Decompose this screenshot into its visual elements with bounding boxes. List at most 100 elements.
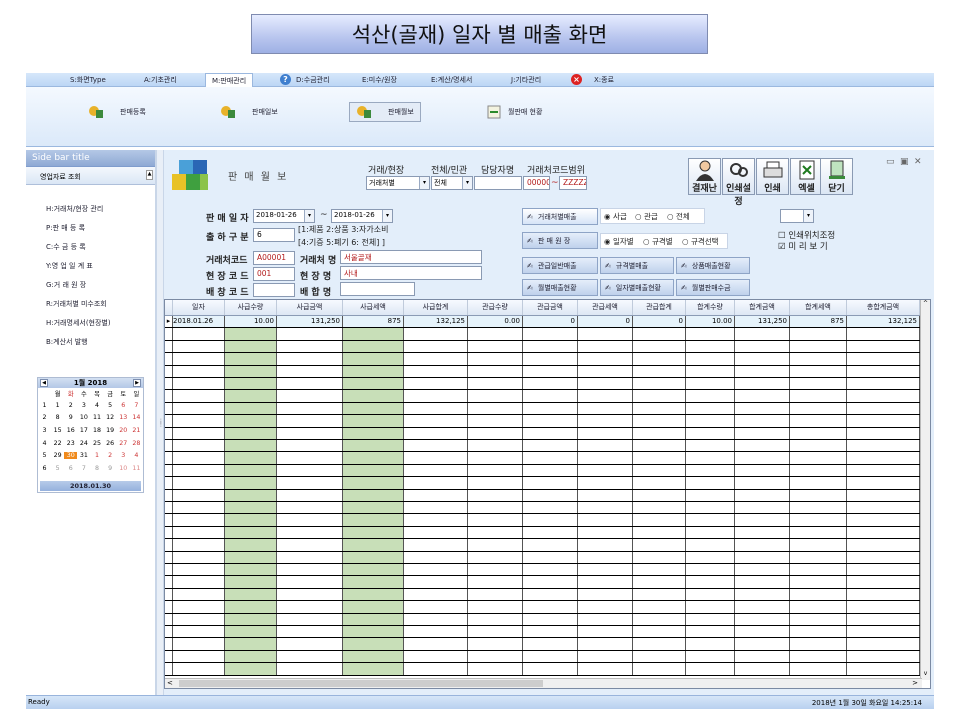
table-cell[interactable]: [790, 340, 847, 353]
table-cell[interactable]: [173, 539, 225, 551]
table-cell[interactable]: [686, 489, 735, 501]
table-cell[interactable]: [735, 502, 790, 514]
calendar-day[interactable]: 1: [51, 402, 64, 409]
table-cell[interactable]: [735, 514, 790, 526]
table-cell[interactable]: [277, 601, 343, 613]
table-cell[interactable]: [343, 663, 404, 675]
column-header[interactable]: 사급수량: [225, 300, 277, 315]
table-cell[interactable]: [225, 539, 277, 551]
table-cell[interactable]: [735, 564, 790, 576]
table-cell[interactable]: [404, 526, 468, 539]
table-cell[interactable]: [735, 526, 790, 539]
table-cell[interactable]: [686, 626, 735, 638]
table-cell[interactable]: [686, 477, 735, 489]
table-row[interactable]: [165, 576, 920, 589]
table-cell[interactable]: [404, 415, 468, 427]
table-cell[interactable]: [523, 402, 578, 415]
table-cell[interactable]: [225, 415, 277, 427]
range-to-input[interactable]: ZZZZZ: [559, 176, 587, 190]
table-cell[interactable]: [633, 601, 686, 613]
table-cell[interactable]: [277, 502, 343, 514]
table-cell[interactable]: [578, 464, 633, 477]
table-cell[interactable]: [847, 539, 920, 551]
scroll-left-icon[interactable]: <: [167, 679, 173, 687]
ribbon-monthly-status[interactable]: 월판매 현황: [486, 102, 542, 122]
table-cell[interactable]: [225, 564, 277, 576]
calendar-day[interactable]: 31: [77, 452, 90, 459]
table-cell[interactable]: [633, 564, 686, 576]
table-cell[interactable]: [578, 440, 633, 452]
table-row[interactable]: [165, 638, 920, 651]
btn-sales-ledger[interactable]: ✍ 판 매 원 장: [522, 232, 598, 249]
table-cell[interactable]: [633, 378, 686, 390]
table-cell[interactable]: [523, 650, 578, 663]
menu-exit[interactable]: X:종료: [594, 75, 614, 85]
sidebar-splitter[interactable]: ⋮ ⋮: [156, 150, 164, 695]
table-cell[interactable]: [847, 650, 920, 663]
table-cell[interactable]: [343, 564, 404, 576]
table-cell[interactable]: [523, 514, 578, 526]
table-cell[interactable]: [686, 601, 735, 613]
table-cell[interactable]: [790, 588, 847, 601]
vertical-scrollbar[interactable]: ^ v: [920, 300, 930, 680]
print-settings-button[interactable]: 인쇄설정: [722, 158, 755, 207]
table-cell[interactable]: [578, 601, 633, 613]
column-header[interactable]: 일자: [173, 300, 225, 315]
calendar-day[interactable]: 2: [104, 452, 117, 459]
table-cell[interactable]: [277, 564, 343, 576]
table-cell[interactable]: [790, 452, 847, 464]
table-cell[interactable]: [847, 365, 920, 377]
table-cell[interactable]: [633, 638, 686, 650]
table-cell[interactable]: [790, 328, 847, 340]
table-cell[interactable]: [404, 328, 468, 340]
menu-screen-type[interactable]: S:화면Type: [70, 75, 106, 85]
table-cell[interactable]: [633, 390, 686, 402]
calendar-day[interactable]: 2: [64, 402, 77, 409]
table-cell[interactable]: 0: [633, 316, 686, 328]
all-select[interactable]: 전체 ▾: [431, 176, 473, 190]
table-row[interactable]: [165, 539, 920, 552]
table-cell[interactable]: [847, 452, 920, 464]
table-cell[interactable]: [578, 564, 633, 576]
table-cell[interactable]: [173, 626, 225, 638]
table-cell[interactable]: [173, 378, 225, 390]
table-cell[interactable]: 0: [578, 316, 633, 328]
table-cell[interactable]: [404, 613, 468, 625]
table-cell[interactable]: 0: [523, 316, 578, 328]
table-cell[interactable]: [847, 464, 920, 477]
table-cell[interactable]: [735, 378, 790, 390]
table-row[interactable]: [165, 514, 920, 527]
table-cell[interactable]: [735, 576, 790, 588]
table-row[interactable]: [165, 440, 920, 453]
table-cell[interactable]: [790, 489, 847, 501]
table-cell[interactable]: [523, 427, 578, 439]
table-cell[interactable]: [633, 328, 686, 340]
table-cell[interactable]: [735, 353, 790, 365]
table-cell[interactable]: [343, 626, 404, 638]
table-cell[interactable]: [633, 415, 686, 427]
table-cell[interactable]: [523, 539, 578, 551]
column-header[interactable]: 사급세액: [343, 300, 404, 315]
table-cell[interactable]: [225, 626, 277, 638]
table-cell[interactable]: [735, 601, 790, 613]
table-cell[interactable]: [790, 514, 847, 526]
table-cell[interactable]: [404, 489, 468, 501]
table-cell[interactable]: [847, 477, 920, 489]
table-cell[interactable]: [790, 427, 847, 439]
table-cell[interactable]: [523, 626, 578, 638]
column-header[interactable]: 합계세액: [790, 300, 847, 315]
table-cell[interactable]: [735, 340, 790, 353]
table-cell[interactable]: [523, 588, 578, 601]
table-cell[interactable]: [735, 588, 790, 601]
table-cell[interactable]: [277, 440, 343, 452]
table-cell[interactable]: [735, 539, 790, 551]
table-cell[interactable]: [468, 514, 523, 526]
table-cell[interactable]: [468, 340, 523, 353]
table-cell[interactable]: [735, 464, 790, 477]
calendar[interactable]: ◀ 1월 2018 ▶ 월 화 수 목 금 토 일 1 1 2 3 4 5 6 7 2 8 9 10 1…: [37, 377, 144, 493]
table-cell[interactable]: [468, 502, 523, 514]
calendar-day[interactable]: 29: [51, 452, 64, 459]
table-cell[interactable]: [173, 452, 225, 464]
table-cell[interactable]: [277, 526, 343, 539]
table-cell[interactable]: [404, 663, 468, 675]
